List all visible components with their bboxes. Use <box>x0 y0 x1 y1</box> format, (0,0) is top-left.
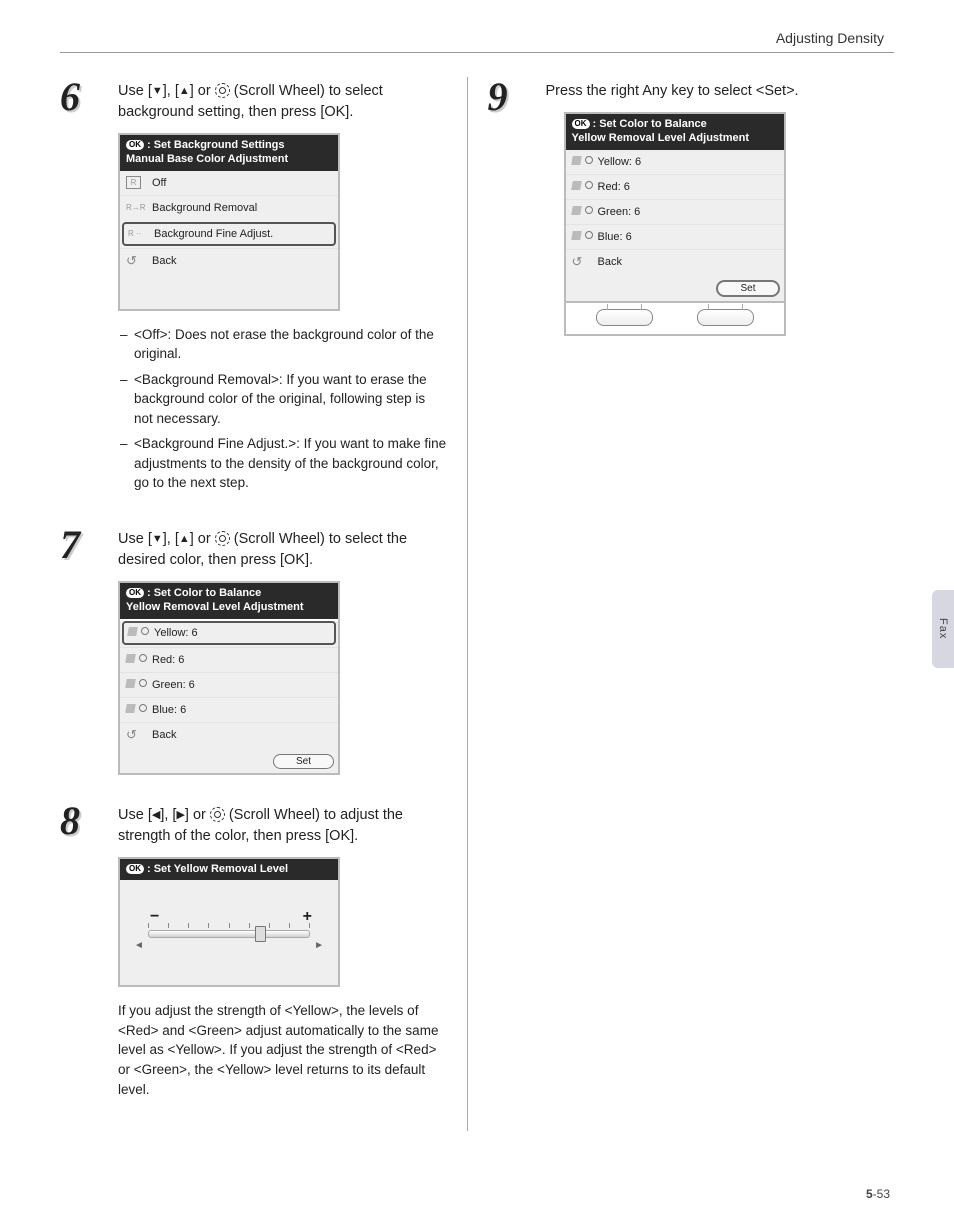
lcd-row-off: R Off <box>120 171 338 195</box>
step-9: 9 Press the right Any key to select <Set… <box>488 77 875 350</box>
lcd-background-settings: OK: Set Background Settings Manual Base … <box>118 133 340 311</box>
step-9-text: Press the right Any key to select <Set>. <box>546 81 875 102</box>
left-arrow-icon: ◄ <box>134 940 144 951</box>
lcd-row-yellow: Yellow: 6 <box>566 150 784 174</box>
paint-icon <box>128 627 154 639</box>
section-tab-fax: Fax <box>932 590 954 668</box>
step-6: 6 Use [▼], [▲] or (Scroll Wheel) to sele… <box>60 77 447 513</box>
scroll-wheel-icon <box>215 531 230 546</box>
lcd-row-back: ↺ Back <box>120 248 338 273</box>
lcd-row-back: ↺ Back <box>566 249 784 274</box>
step-number: 9 <box>488 77 546 350</box>
r-to-r-icon: R→R <box>126 203 152 212</box>
back-arrow-icon: ↺ <box>126 253 152 269</box>
paint-icon <box>126 704 152 716</box>
paint-icon <box>572 156 598 168</box>
paint-icon <box>126 654 152 666</box>
header-rule <box>60 52 894 53</box>
lcd-row-green: Green: 6 <box>120 672 338 697</box>
up-triangle-icon: ▲ <box>179 532 190 548</box>
step-7: 7 Use [▼], [▲] or (Scroll Wheel) to sele… <box>60 525 447 789</box>
lcd-row-blue: Blue: 6 <box>120 697 338 722</box>
lcd-row-blue: Blue: 6 <box>566 224 784 249</box>
ok-badge-icon: OK <box>572 119 590 129</box>
lcd-set-button: Set <box>273 754 334 769</box>
scroll-wheel-icon <box>210 807 225 822</box>
back-arrow-icon: ↺ <box>126 727 152 743</box>
lcd-title: OK: Set Yellow Removal Level <box>120 859 338 881</box>
level-slider <box>148 930 310 938</box>
step-8-text: Use [◀], [▶] or (Scroll Wheel) to adjust… <box>118 805 447 847</box>
paint-icon <box>572 231 598 243</box>
any-key-right <box>697 309 754 326</box>
back-arrow-icon: ↺ <box>572 254 598 270</box>
right-arrow-icon: ► <box>314 940 324 951</box>
step-number: 7 <box>60 525 118 789</box>
step-8-note: If you adjust the strength of <Yellow>, … <box>118 1001 447 1099</box>
slider-thumb <box>255 926 266 942</box>
step-6-descriptions: –<Off>: Does not erase the background co… <box>118 325 447 494</box>
step-number: 6 <box>60 77 118 513</box>
paint-icon <box>126 679 152 691</box>
r-fade-icon: R ·· <box>128 229 154 238</box>
lcd-row-bg-removal: R→R Background Removal <box>120 195 338 220</box>
page-number: 5-53 <box>866 1187 890 1201</box>
up-triangle-icon: ▲ <box>179 84 190 100</box>
lcd-row-yellow: Yellow: 6 <box>122 621 336 645</box>
scroll-wheel-icon <box>215 83 230 98</box>
any-key-left <box>596 309 653 326</box>
step-7-text: Use [▼], [▲] or (Scroll Wheel) to select… <box>118 529 447 571</box>
step-6-text: Use [▼], [▲] or (Scroll Wheel) to select… <box>118 81 447 123</box>
ok-badge-icon: OK <box>126 588 144 598</box>
lcd-row-red: Red: 6 <box>566 174 784 199</box>
ok-badge-icon: OK <box>126 864 144 874</box>
page-header: Adjusting Density <box>60 30 894 46</box>
lcd-yellow-removal-level: OK: Set Yellow Removal Level − + <box>118 857 340 988</box>
paint-icon <box>572 206 598 218</box>
hardware-buttons <box>566 301 784 334</box>
lcd-color-balance-final: OK: Set Color to Balance Yellow Removal … <box>564 112 786 336</box>
lcd-row-bg-fine-adjust: R ·· Background Fine Adjust. <box>122 222 336 246</box>
lcd-row-red: Red: 6 <box>120 647 338 672</box>
lcd-title: OK: Set Background Settings Manual Base … <box>120 135 338 171</box>
lcd-title: OK: Set Color to Balance Yellow Removal … <box>120 583 338 619</box>
paint-icon <box>572 181 598 193</box>
lcd-set-button: Set <box>716 280 779 297</box>
step-8: 8 Use [◀], [▶] or (Scroll Wheel) to adju… <box>60 801 447 1120</box>
right-triangle-icon: ▶ <box>176 808 184 824</box>
step-number: 8 <box>60 801 118 1120</box>
down-triangle-icon: ▼ <box>152 84 163 100</box>
lcd-row-green: Green: 6 <box>566 199 784 224</box>
down-triangle-icon: ▼ <box>152 532 163 548</box>
lcd-title: OK: Set Color to Balance Yellow Removal … <box>566 114 784 150</box>
ok-badge-icon: OK <box>126 140 144 150</box>
lcd-row-back: ↺ Back <box>120 722 338 747</box>
lcd-color-balance: OK: Set Color to Balance Yellow Removal … <box>118 581 340 775</box>
r-icon: R <box>126 176 141 189</box>
